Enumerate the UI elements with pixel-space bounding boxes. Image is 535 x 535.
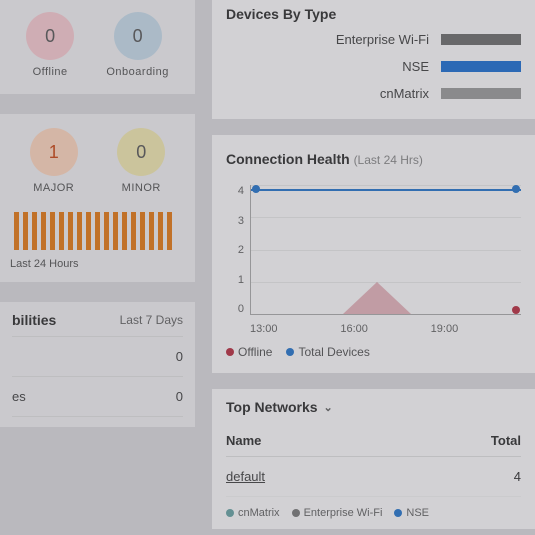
- dot-icon: [292, 509, 300, 517]
- dot-icon: [226, 348, 234, 356]
- bility-row-value: 0: [176, 389, 183, 404]
- bilities-panel: bilities Last 7 Days 0 es 0: [0, 302, 195, 427]
- y-axis-labels: 4 3 2 1 0: [226, 185, 244, 315]
- device-type-label: cnMatrix: [226, 86, 441, 101]
- alarm-minor[interactable]: 0 MINOR: [117, 128, 165, 194]
- dot-icon: [286, 348, 294, 356]
- major-count: 1: [30, 128, 78, 176]
- alarm-bars-chart: [10, 208, 185, 250]
- chart-point: [512, 185, 520, 193]
- minor-count: 0: [117, 128, 165, 176]
- bility-row: 0: [12, 337, 183, 377]
- top-networks-panel: Top Networks ⌄ Name Total default 4 cnMa…: [212, 389, 535, 529]
- legend-nse[interactable]: NSE: [394, 507, 429, 519]
- legend-total-devices[interactable]: Total Devices: [286, 345, 369, 359]
- top-networks-title: Top Networks: [226, 399, 318, 415]
- connection-health-title: Connection Health (Last 24 Hrs): [226, 145, 521, 177]
- device-type-bar: [441, 34, 521, 45]
- device-type-label: NSE: [226, 59, 441, 74]
- device-type-row: cnMatrix: [226, 86, 521, 101]
- chart-point: [252, 185, 260, 193]
- bilities-range: Last 7 Days: [120, 313, 183, 327]
- connection-health-subtitle: (Last 24 Hrs): [354, 153, 423, 167]
- alarm-major[interactable]: 1 MAJOR: [30, 128, 78, 194]
- col-name: Name: [226, 433, 261, 448]
- onboarding-count: 0: [114, 12, 162, 60]
- dot-icon: [226, 509, 234, 517]
- chevron-down-icon: ⌄: [324, 401, 333, 414]
- device-type-label: Enterprise Wi-Fi: [226, 32, 441, 47]
- alarms-panel: 1 MAJOR 0 MINOR Last 24 Hours: [0, 114, 195, 282]
- bility-row: es 0: [12, 377, 183, 417]
- network-total: 4: [514, 469, 521, 484]
- devices-by-type-title: Devices By Type: [226, 0, 521, 32]
- top-networks-legend: cnMatrix Enterprise Wi-Fi NSE: [226, 507, 521, 519]
- total-devices-line: [251, 189, 521, 191]
- status-onboarding[interactable]: 0 Onboarding: [106, 12, 169, 78]
- device-type-bar: [441, 61, 521, 72]
- network-name-link[interactable]: default: [226, 469, 265, 484]
- device-type-row: NSE: [226, 59, 521, 74]
- bilities-title: bilities: [12, 312, 56, 328]
- offline-area: [343, 282, 411, 314]
- table-row: default 4: [226, 457, 521, 497]
- minor-label: MINOR: [117, 182, 165, 194]
- major-label: MAJOR: [30, 182, 78, 194]
- devices-by-type-panel: Devices By Type Enterprise Wi-Fi NSE cnM…: [212, 0, 535, 119]
- legend-enterprise-wifi[interactable]: Enterprise Wi-Fi: [292, 507, 383, 519]
- legend-offline[interactable]: Offline: [226, 345, 272, 359]
- col-total: Total: [491, 433, 521, 448]
- alarm-range-label: Last 24 Hours: [10, 258, 185, 270]
- dot-icon: [394, 509, 402, 517]
- status-offline[interactable]: 0 Offline: [26, 12, 74, 78]
- bility-row-label: es: [12, 389, 26, 404]
- legend-cnmatrix[interactable]: cnMatrix: [226, 507, 280, 519]
- bility-row-value: 0: [176, 349, 183, 364]
- top-networks-header[interactable]: Top Networks ⌄: [226, 399, 521, 425]
- connection-health-panel: Connection Health (Last 24 Hrs) 4 3 2 1 …: [212, 135, 535, 373]
- onboarding-label: Onboarding: [106, 66, 169, 78]
- offline-label: Offline: [26, 66, 74, 78]
- chart-point: [512, 306, 520, 314]
- device-type-row: Enterprise Wi-Fi: [226, 32, 521, 47]
- chart-legend: Offline Total Devices: [226, 345, 521, 359]
- device-status-panel: 0 Offline 0 Onboarding: [0, 0, 195, 94]
- table-header: Name Total: [226, 425, 521, 457]
- chart-plot-area: [250, 185, 521, 315]
- device-type-bar: [441, 88, 521, 99]
- x-axis-labels: 13:00 16:00 19:00: [250, 323, 521, 335]
- connection-health-chart: 4 3 2 1 0 13:00 16:00 19:00: [226, 185, 521, 335]
- offline-count: 0: [26, 12, 74, 60]
